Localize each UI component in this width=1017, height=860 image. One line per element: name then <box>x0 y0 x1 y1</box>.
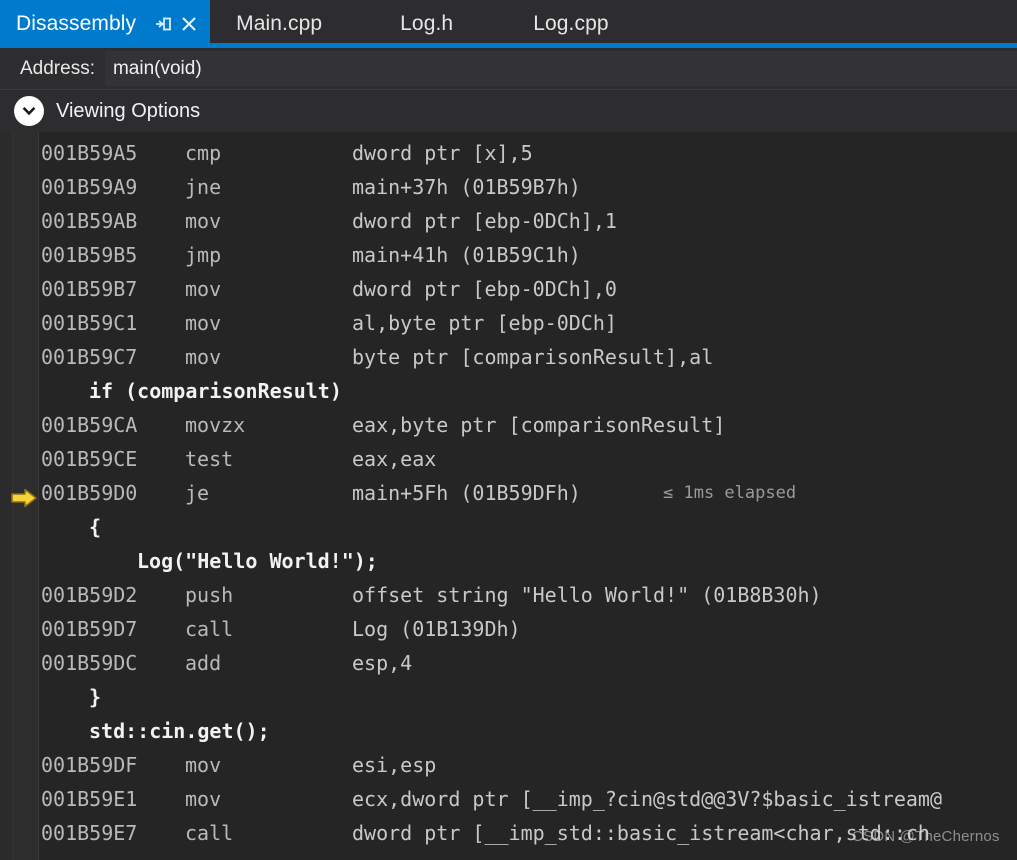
source-line[interactable]: std::cin.get(); <box>0 714 1017 748</box>
instruction-operands: al,byte ptr [ebp-0DCh] <box>352 311 617 335</box>
viewing-options-label: Viewing Options <box>56 99 201 122</box>
instruction-address: 001B59DC <box>41 651 138 675</box>
instruction-line[interactable]: 001B59CE test eax,eax <box>0 442 1017 476</box>
instruction-operands: dword ptr [x],5 <box>352 141 533 165</box>
viewing-options-toggle[interactable]: Viewing Options <box>0 90 1017 132</box>
elapsed-time-annotation: ≤ 1ms elapsed <box>663 483 797 503</box>
instruction-line[interactable]: 001B59A5 cmp dword ptr [x],5 <box>0 136 1017 170</box>
code-line-list: 001B59A5 cmp dword ptr [x],5 001B59A9 jne mai… <box>0 132 1017 860</box>
pin-icon[interactable] <box>150 11 176 37</box>
instruction-line[interactable]: 001B59CA movzx eax,byte ptr [comparisonRes… <box>0 408 1017 442</box>
chevron-down-icon <box>14 96 44 126</box>
tab-label: Disassembly <box>16 12 137 35</box>
tab-main-cpp[interactable]: Main.cpp <box>210 0 348 48</box>
instruction-address: 001B59A5 <box>41 141 138 165</box>
instruction-line[interactable]: 001B59B7 mov dword ptr [ebp-0DCh],0 <box>0 272 1017 306</box>
instruction-operands: dword ptr [ebp-0DCh],1 <box>352 209 617 233</box>
instruction-line[interactable]: 001B59C7 mov byte ptr [comparisonResult],a… <box>0 340 1017 374</box>
source-line[interactable]: if (comparisonResult) <box>0 374 1017 408</box>
tab-strip-underline <box>0 43 1017 48</box>
current-instruction-arrow-icon <box>10 484 38 508</box>
instruction-line[interactable]: 001B59AB mov dword ptr [ebp-0DCh],1 <box>0 204 1017 238</box>
instruction-address: 001B59A9 <box>41 175 138 199</box>
tab-disassembly[interactable]: Disassembly <box>0 0 211 48</box>
instruction-mnemonic: movzx <box>185 413 246 437</box>
instruction-address: 001B59DF <box>41 753 138 777</box>
source-line-text: { <box>89 515 102 539</box>
instruction-line[interactable]: 001B59A9 jne main+37h (01B59B7h) <box>0 170 1017 204</box>
source-line[interactable]: } <box>0 680 1017 714</box>
instruction-address: 001B59CE <box>41 447 138 471</box>
instruction-mnemonic: mov <box>185 753 222 777</box>
instruction-operands: eax,eax <box>352 447 437 471</box>
tab-strip: Disassembly Main.cpp Log.h Log.cpp <box>0 0 1017 48</box>
instruction-address: 001B59CA <box>41 413 138 437</box>
instruction-address: 001B59E1 <box>41 787 138 811</box>
source-line-text: if (comparisonResult) <box>89 379 342 403</box>
instruction-mnemonic: test <box>185 447 234 471</box>
instruction-address: 001B59C7 <box>41 345 138 369</box>
tab-label: Main.cpp <box>236 12 323 35</box>
instruction-operands: Log (01B139Dh) <box>352 617 521 641</box>
instruction-mnemonic: add <box>185 651 222 675</box>
instruction-operands: main+37h (01B59B7h) <box>352 175 581 199</box>
disassembly-code-pane[interactable]: 001B59A5 cmp dword ptr [x],5 001B59A9 jne mai… <box>0 132 1017 860</box>
instruction-operands: ecx,dword ptr [__imp_?cin@std@@3V?$basic… <box>352 787 943 811</box>
instruction-address: 001B59B5 <box>41 243 138 267</box>
instruction-line[interactable]: 001B59DC add esp,4 <box>0 646 1017 680</box>
tab-log-cpp[interactable]: Log.cpp <box>479 0 634 48</box>
instruction-mnemonic: mov <box>185 345 222 369</box>
instruction-mnemonic: mov <box>185 277 222 301</box>
instruction-line[interactable]: 001B59C1 mov al,byte ptr [ebp-0DCh] <box>0 306 1017 340</box>
instruction-operands: main+41h (01B59C1h) <box>352 243 581 267</box>
instruction-mnemonic: mov <box>185 787 222 811</box>
address-input[interactable] <box>104 51 1017 86</box>
instruction-address: 001B59B7 <box>41 277 138 301</box>
instruction-line-current[interactable]: 001B59D0 je main+5Fh (01B59DFh) ≤ 1ms elaps… <box>0 476 1017 510</box>
source-line-text: } <box>89 685 102 709</box>
instruction-operands: dword ptr [__imp_std::basic_istream<char… <box>352 821 930 845</box>
source-line[interactable]: { <box>0 510 1017 544</box>
instruction-line[interactable]: 001B59B5 jmp main+41h (01B59C1h) <box>0 238 1017 272</box>
instruction-operands: byte ptr [comparisonResult],al <box>352 345 714 369</box>
instruction-address: 001B59E7 <box>41 821 138 845</box>
instruction-line[interactable]: 001B59E1 mov ecx,dword ptr [__imp_?cin@std… <box>0 782 1017 816</box>
source-line-text: Log("Hello World!"); <box>137 549 378 573</box>
instruction-operands: main+5Fh (01B59DFh) <box>352 481 581 505</box>
instruction-line[interactable]: 001B59D7 call Log (01B139Dh) <box>0 612 1017 646</box>
instruction-mnemonic: push <box>185 583 234 607</box>
instruction-mnemonic: mov <box>185 311 222 335</box>
disassembly-window: Disassembly Main.cpp Log.h Log.cpp Addre… <box>0 0 1017 860</box>
instruction-operands: eax,byte ptr [comparisonResult] <box>352 413 726 437</box>
instruction-line[interactable]: 001B59D2 push offset string "Hello World!"… <box>0 578 1017 612</box>
source-line-text: std::cin.get(); <box>89 719 270 743</box>
instruction-line[interactable]: 001B59E7 call dword ptr [__imp_std::basic_… <box>0 816 1017 850</box>
address-label: Address: <box>20 57 95 79</box>
instruction-line[interactable]: 001B59DF mov esi,esp <box>0 748 1017 782</box>
close-icon[interactable] <box>176 11 202 37</box>
instruction-address: 001B59D0 <box>41 481 138 505</box>
instruction-address: 001B59C1 <box>41 311 138 335</box>
tab-log-h[interactable]: Log.h <box>348 0 479 48</box>
instruction-address: 001B59D7 <box>41 617 138 641</box>
instruction-operands: esi,esp <box>352 753 437 777</box>
instruction-mnemonic: jne <box>185 175 222 199</box>
tab-label: Log.h <box>400 12 454 35</box>
instruction-mnemonic: jmp <box>185 243 222 267</box>
instruction-operands: offset string "Hello World!" (01B8B30h) <box>352 583 822 607</box>
instruction-mnemonic: je <box>185 481 210 505</box>
instruction-address: 001B59D2 <box>41 583 138 607</box>
source-line[interactable]: Log("Hello World!"); <box>0 544 1017 578</box>
instruction-operands: dword ptr [ebp-0DCh],0 <box>352 277 617 301</box>
instruction-operands: esp,4 <box>352 651 413 675</box>
instruction-address: 001B59AB <box>41 209 138 233</box>
instruction-mnemonic: call <box>185 821 234 845</box>
tab-label: Log.cpp <box>533 12 609 35</box>
instruction-mnemonic: mov <box>185 209 222 233</box>
instruction-mnemonic: cmp <box>185 141 222 165</box>
tab-actions <box>150 11 202 37</box>
instruction-mnemonic: call <box>185 617 234 641</box>
address-bar: Address: <box>0 48 1017 90</box>
